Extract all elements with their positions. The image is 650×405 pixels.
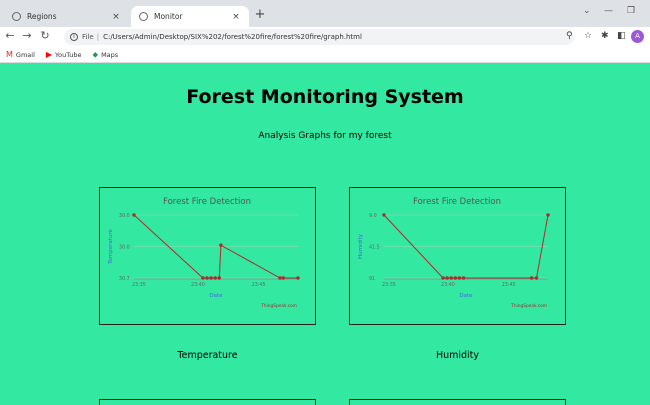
data-point [453,276,458,280]
page-subtitle: Analysis Graphs for my forest [258,131,392,141]
y-tick-label: 30.0 [119,245,130,251]
profile-avatar[interactable]: A [631,30,644,43]
bookmark-maps[interactable]: ⬥ Maps [92,50,118,60]
y-tick-label: 30.0 [119,213,130,219]
data-point [296,276,300,280]
tab-monitor[interactable]: Monitor × [131,6,249,27]
tab-search-icon[interactable]: ⌄ [583,6,591,16]
data-point [457,276,462,280]
x-tick-label: 23:45 [252,282,266,288]
data-point [205,276,209,280]
x-tick-label: 23:40 [441,282,455,288]
x-tick-label: 23:35 [132,282,146,288]
data-point [441,276,445,280]
temperature-chart[interactable]: Forest Fire Detection Temperature Date 30.0… [99,187,316,325]
url-separator: | [96,33,100,41]
gmail-icon: M [6,50,13,59]
bookmark-youtube[interactable]: ▶ YouTube [46,50,82,59]
new-tab-button[interactable]: + [253,7,267,22]
browser-toolbar: ← → ↻ i File | C:/Users/Admin/Desktop/SI… [0,27,650,47]
data-point [461,276,466,280]
x-axis-label: Date [209,293,223,299]
x-tick-label: 23:45 [502,282,516,288]
data-point [201,276,205,280]
data-point [445,276,449,280]
data-point [546,213,550,217]
maps-icon: ⬥ [92,49,99,59]
globe-icon [139,12,148,21]
data-point [219,243,223,247]
bookmark-gmail[interactable]: M Gmail [6,50,35,59]
data-point [209,276,213,280]
bookmarks-bar: M Gmail ▶ YouTube ⬥ Maps [0,47,650,63]
data-point [449,276,453,280]
y-axis-label: Humidity [358,233,364,259]
data-point [217,276,221,280]
youtube-icon: ▶ [45,50,53,59]
bookmark-label: Gmail [15,50,35,59]
tab-title: Monitor [154,12,183,21]
x-tick-label: 23:35 [382,282,396,288]
data-point [278,276,282,280]
chart-box-partial [99,399,316,405]
back-icon[interactable]: ← [3,29,17,42]
temperature-caption: Temperature [177,350,238,361]
humidity-chart[interactable]: Forest Fire Detection Humidity Date 9.0 41.5… [349,187,566,325]
tab-regions[interactable]: Regions × [4,6,129,27]
page-title: Forest Monitoring System [186,86,464,108]
chart-box-partial [349,399,566,405]
bookmark-star-icon[interactable]: ☆ [584,31,592,41]
y-axis-label: Temperature [108,228,114,264]
humidity-chart-svg: Forest Fire Detection Humidity Date 9.0 41.5… [358,197,550,309]
url-text[interactable]: C:/Users/Admin/Desktop/SIX%202/forest%20… [103,33,362,41]
humidity-caption: Humidity [435,350,480,361]
close-tab-icon[interactable]: × [231,12,241,22]
data-point [529,276,534,280]
globe-icon [12,12,21,21]
data-point [281,276,285,280]
y-tick-label: 91 [369,276,375,282]
data-point [534,276,539,280]
chart-title: Forest Fire Detection [163,197,251,207]
side-panel-icon[interactable]: ◧ [617,31,626,41]
address-bar[interactable]: i File | C:/Users/Admin/Desktop/SIX%202/… [64,29,574,45]
chart-credit: ThingSpeak.com [260,303,297,309]
reload-icon[interactable]: ↻ [38,29,52,42]
data-point [382,213,386,217]
tab-strip: Regions × Monitor × + ⌄ — ❐ [0,0,650,27]
extensions-icon[interactable]: ✱ [601,31,609,41]
x-axis-label: Date [459,293,473,299]
y-tick-label: 30.7 [119,276,130,282]
forward-icon[interactable]: → [20,29,34,42]
temperature-chart-svg: Forest Fire Detection Temperature Date 30.0… [108,197,300,309]
bookmark-label: YouTube [55,50,82,59]
data-point [213,276,217,280]
chart-title: Forest Fire Detection [413,197,501,207]
info-icon[interactable]: i [70,33,78,41]
y-tick-label: 9.0 [369,213,377,219]
chart-credit: ThingSpeak.com [510,303,547,309]
url-scheme: File [82,33,94,41]
data-point [132,213,136,217]
close-tab-icon[interactable]: × [111,12,121,22]
zoom-icon[interactable]: ⚲ [566,31,573,41]
y-tick-label: 41.5 [369,245,380,251]
x-tick-label: 23:40 [191,282,205,288]
minimize-icon[interactable]: — [604,6,613,16]
restore-icon[interactable]: ❐ [627,6,635,16]
tab-title: Regions [27,12,57,21]
bookmark-label: Maps [101,50,119,59]
